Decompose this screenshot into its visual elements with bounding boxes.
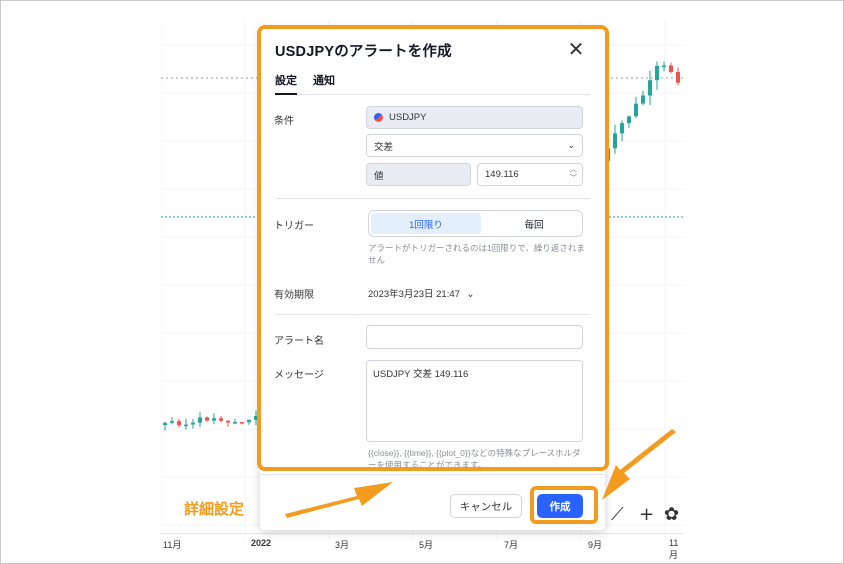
annotation-arrows — [285, 429, 676, 518]
arrow-to-settings — [285, 482, 393, 518]
arrow-to-create — [602, 429, 676, 500]
annotation-label: 詳細設定 — [184, 500, 245, 518]
